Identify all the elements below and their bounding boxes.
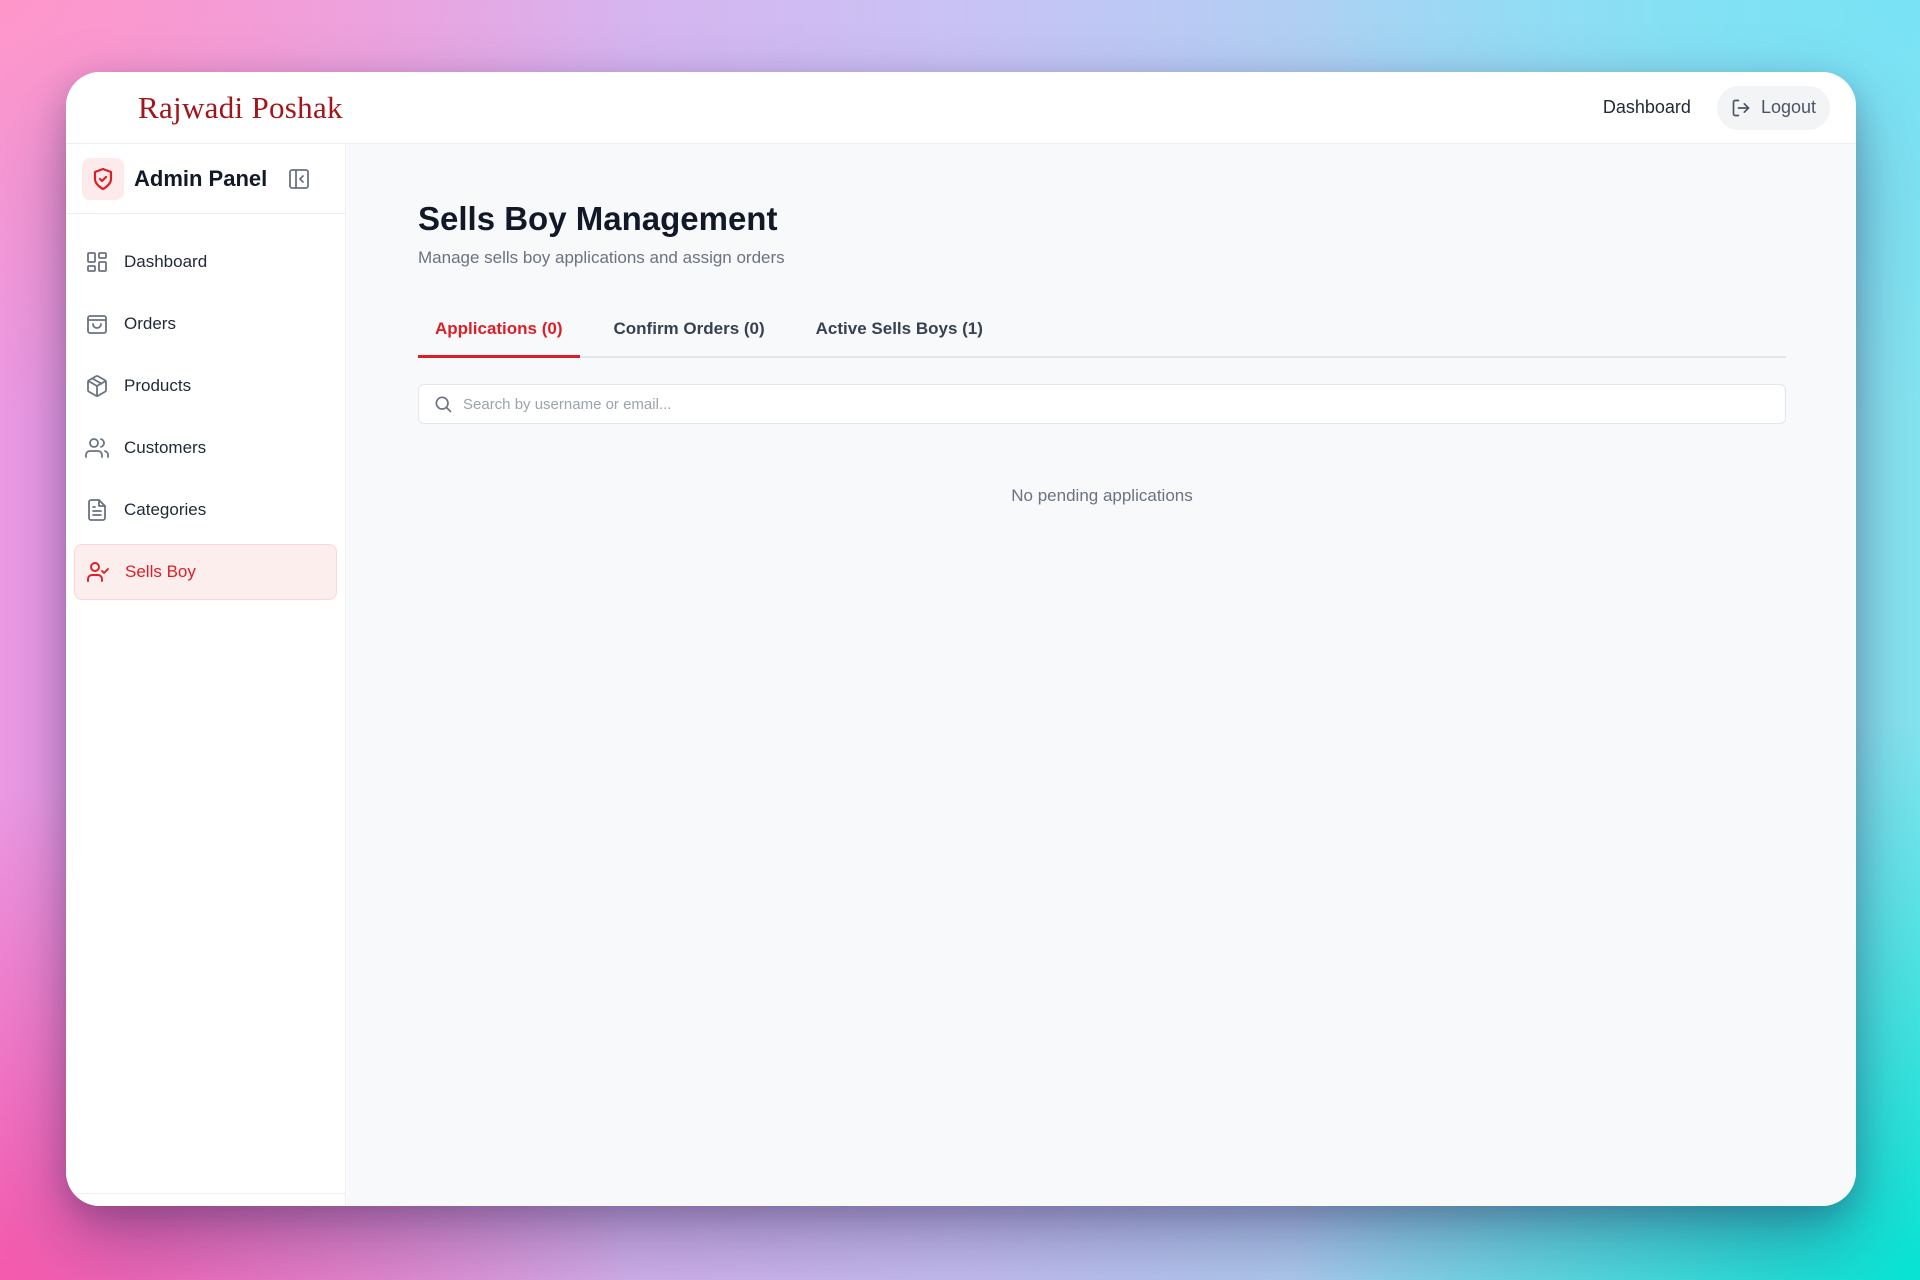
logout-icon bbox=[1731, 98, 1751, 118]
logout-label: Logout bbox=[1760, 97, 1816, 117]
sidebar-item-label: Orders bbox=[124, 314, 176, 333]
main-content: Sells Boy Management Manage sells boy ap… bbox=[347, 144, 1856, 1206]
top-navbar: Rajwadi Poshak Dashboard Logout bbox=[66, 72, 1856, 144]
sidebar-item-dashboard[interactable]: Dashboard bbox=[74, 234, 337, 290]
sidebar-item-categories[interactable]: Categories bbox=[74, 482, 337, 538]
sidebar-item-label: Categories bbox=[124, 500, 207, 519]
tab-confirm-orders[interactable]: Confirm Orders (0) bbox=[597, 302, 782, 356]
sidebar-item-label: Products bbox=[124, 376, 192, 395]
sidebar-nav: Dashboard Orders Products Customers Cate… bbox=[66, 214, 345, 600]
sidebar-footer-divider bbox=[66, 1193, 345, 1194]
shopping-bag-icon bbox=[84, 311, 110, 337]
search-input[interactable] bbox=[463, 395, 1771, 413]
package-icon bbox=[84, 373, 110, 399]
sidebar-item-label: Customers bbox=[124, 438, 207, 457]
tab-applications[interactable]: Applications (0) bbox=[418, 302, 580, 358]
sidebar-item-sells-boy[interactable]: Sells Boy bbox=[74, 544, 337, 600]
sidebar-header: Admin Panel bbox=[66, 144, 345, 214]
sidebar-item-customers[interactable]: Customers bbox=[74, 420, 337, 476]
sidebar-item-orders[interactable]: Orders bbox=[74, 296, 337, 352]
tab-active-sells-boys[interactable]: Active Sells Boys (1) bbox=[799, 302, 1000, 356]
sidebar: Admin Panel Dashboard Orders Products Cu… bbox=[66, 144, 346, 1206]
search-icon bbox=[433, 394, 453, 414]
logout-button[interactable]: Logout bbox=[1716, 85, 1830, 130]
admin-panel-title: Admin Panel bbox=[134, 165, 268, 191]
brand-logo[interactable]: Rajwadi Poshak bbox=[138, 90, 343, 126]
shield-icon bbox=[82, 157, 124, 200]
tab-bar: Applications (0) Confirm Orders (0) Acti… bbox=[418, 302, 1786, 358]
dashboard-link[interactable]: Dashboard bbox=[1603, 97, 1691, 118]
user-check-icon bbox=[85, 559, 111, 585]
top-actions: Dashboard Logout bbox=[1603, 85, 1830, 130]
search-box bbox=[418, 384, 1786, 424]
document-icon bbox=[84, 497, 110, 523]
empty-state-message: No pending applications bbox=[1011, 486, 1193, 505]
users-icon bbox=[84, 435, 110, 461]
page-subtitle: Manage sells boy applications and assign… bbox=[418, 248, 785, 267]
sidebar-collapse-icon[interactable] bbox=[287, 167, 311, 191]
sidebar-item-label: Dashboard bbox=[124, 252, 208, 271]
sidebar-item-label: Sells Boy bbox=[125, 562, 196, 581]
sidebar-item-products[interactable]: Products bbox=[74, 358, 337, 414]
app-window: Rajwadi Poshak Dashboard Logout Admin Pa… bbox=[66, 72, 1856, 1206]
page-title: Sells Boy Management bbox=[418, 200, 778, 237]
dashboard-grid-icon bbox=[84, 249, 110, 275]
